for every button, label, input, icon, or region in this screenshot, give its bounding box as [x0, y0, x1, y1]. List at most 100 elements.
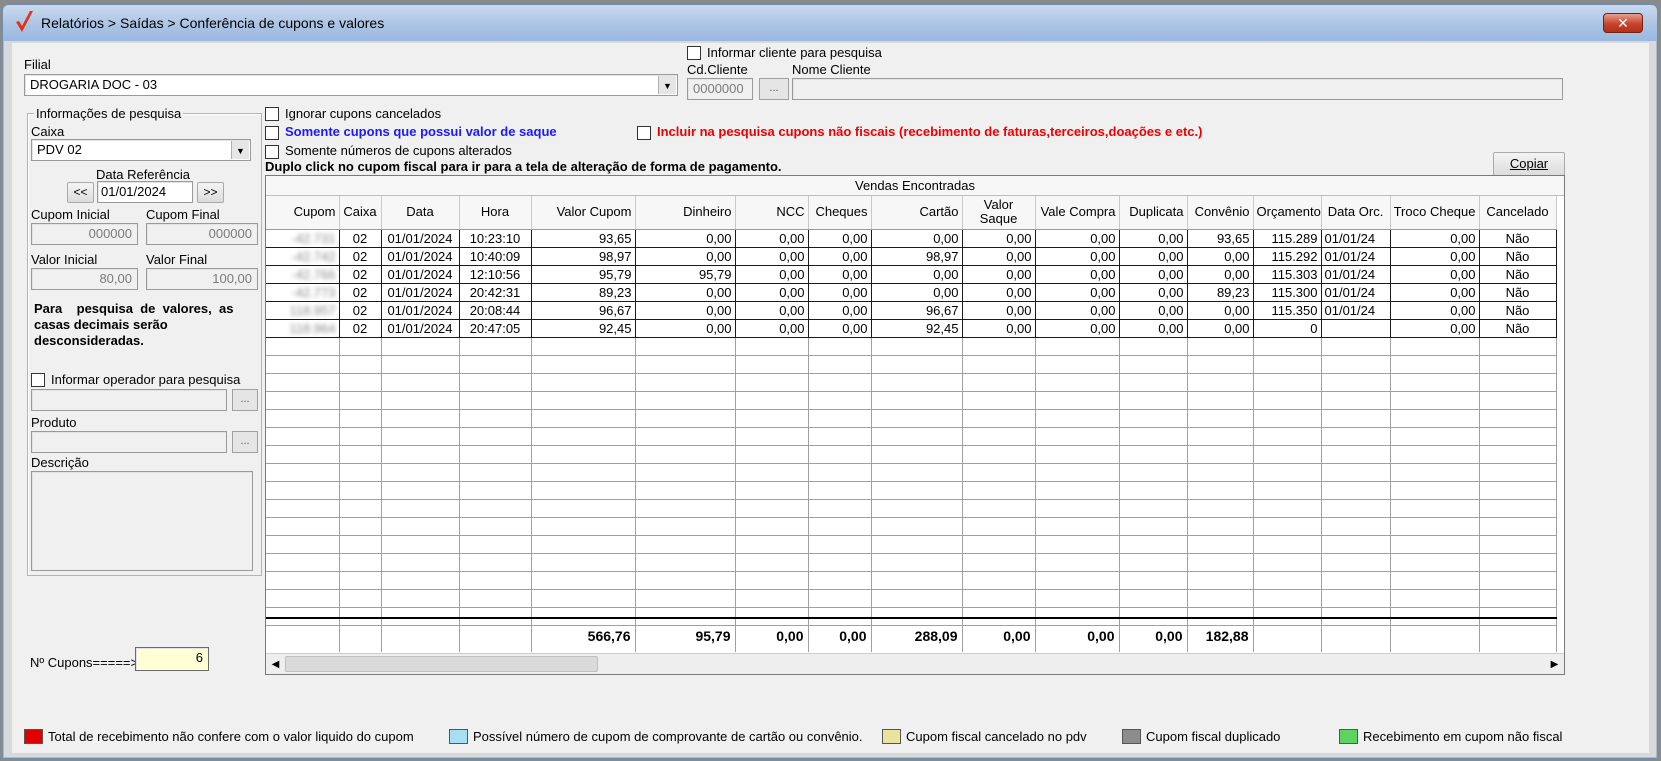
cell-cupom[interactable]: -42.766 [266, 265, 340, 284]
nome-cliente-field[interactable] [792, 78, 1563, 100]
cell-caixa[interactable]: 02 [339, 265, 382, 284]
cell-duplicata[interactable]: 0,00 [1119, 301, 1188, 320]
cell-troco-cheque[interactable]: 0,00 [1390, 283, 1480, 302]
col-header-troco-cheque[interactable]: Troco Cheque [1390, 196, 1480, 230]
cell-cartao[interactable]: 0,00 [871, 265, 963, 284]
col-header-orcamento[interactable]: Orçamento [1253, 196, 1322, 230]
nao-fiscais-checkbox[interactable] [637, 126, 651, 140]
col-header-duplicata[interactable]: Duplicata [1119, 196, 1188, 230]
cell-valor-saque[interactable]: 0,00 [962, 319, 1036, 338]
cell-data-orc[interactable]: 01/01/24 [1321, 301, 1391, 320]
cell-convenio[interactable]: 93,65 [1187, 228, 1254, 248]
cell-duplicata[interactable]: 0,00 [1119, 265, 1188, 284]
col-header-caixa[interactable]: Caixa [339, 196, 382, 230]
cell-caixa[interactable]: 02 [339, 319, 382, 338]
cell-dinheiro[interactable]: 0,00 [635, 319, 736, 338]
table-row[interactable]: -42.731 02 01/01/2024 10:23:10 93,65 0,00 0,00… [266, 228, 1557, 248]
saque-checkbox[interactable] [265, 126, 279, 140]
cell-cheques[interactable]: 0,00 [808, 319, 872, 338]
cell-data-orc[interactable]: 01/01/24 [1321, 265, 1391, 284]
cell-cupom[interactable]: -42.773 [266, 283, 340, 302]
cell-data-orc[interactable]: 01/01/24 [1321, 228, 1391, 248]
table-row[interactable]: 118.964 02 01/01/2024 20:47:05 92,45 0,00 0,00… [266, 319, 1557, 338]
table-row[interactable]: -42.742 02 01/01/2024 10:40:09 98,97 0,00 0,00… [266, 247, 1557, 266]
operador-lookup-button[interactable]: ... [232, 389, 258, 411]
cell-hora[interactable]: 20:08:44 [459, 301, 532, 320]
cell-orcamento[interactable]: 0 [1253, 319, 1322, 338]
cell-convenio[interactable]: 0,00 [1187, 301, 1254, 320]
chevron-down-icon[interactable]: ▼ [658, 76, 676, 94]
cell-data-orc[interactable]: 01/01/24 [1321, 283, 1391, 302]
cell-cheques[interactable]: 0,00 [808, 247, 872, 266]
table-row[interactable]: -42.773 02 01/01/2024 20:42:31 89,23 0,00 0,00… [266, 283, 1557, 302]
cell-ncc[interactable]: 0,00 [735, 301, 809, 320]
valor-inicial-field[interactable]: 80,00 [31, 268, 138, 290]
operador-field[interactable] [31, 389, 227, 411]
cell-cheques[interactable]: 0,00 [808, 301, 872, 320]
table-row[interactable]: -42.766 02 01/01/2024 12:10:56 95,79 95,79 0,0… [266, 265, 1557, 284]
cupom-final-field[interactable]: 000000 [146, 223, 258, 245]
col-header-data-orc[interactable]: Data Orc. [1321, 196, 1391, 230]
descricao-field[interactable] [31, 471, 253, 571]
caixa-select[interactable]: PDV 02 ▼ [31, 139, 251, 161]
cell-convenio[interactable]: 0,00 [1187, 265, 1254, 284]
col-header-dinheiro[interactable]: Dinheiro [635, 196, 736, 230]
cell-valor-cupom[interactable]: 89,23 [531, 283, 636, 302]
cell-valor-cupom[interactable]: 96,67 [531, 301, 636, 320]
cell-orcamento[interactable]: 115.289 [1253, 228, 1322, 248]
next-date-button[interactable]: >> [197, 182, 224, 203]
scroll-right-icon[interactable]: ▶ [1546, 656, 1563, 673]
cell-valor-saque[interactable]: 0,00 [962, 301, 1036, 320]
cell-ncc[interactable]: 0,00 [735, 283, 809, 302]
cell-cancelado[interactable]: Não [1479, 301, 1557, 320]
cell-ncc[interactable]: 0,00 [735, 247, 809, 266]
vendas-grid[interactable]: Vendas Encontradas Cupom Caixa Data Hora Val… [265, 175, 1565, 675]
cell-vale-compra[interactable]: 0,00 [1035, 301, 1120, 320]
col-header-cartao[interactable]: Cartão [871, 196, 963, 230]
col-header-convenio[interactable]: Convênio [1187, 196, 1254, 230]
cell-ncc[interactable]: 0,00 [735, 228, 809, 248]
cell-ncc[interactable]: 0,00 [735, 265, 809, 284]
cell-cancelado[interactable]: Não [1479, 228, 1557, 248]
cell-cartao[interactable]: 0,00 [871, 283, 963, 302]
cell-convenio[interactable]: 89,23 [1187, 283, 1254, 302]
cell-dinheiro[interactable]: 95,79 [635, 265, 736, 284]
operador-checkbox[interactable] [31, 373, 45, 387]
col-header-valor-cupom[interactable]: Valor Cupom [531, 196, 636, 230]
cell-duplicata[interactable]: 0,00 [1119, 283, 1188, 302]
col-header-hora[interactable]: Hora [459, 196, 532, 230]
cell-troco-cheque[interactable]: 0,00 [1390, 265, 1480, 284]
cell-ncc[interactable]: 0,00 [735, 319, 809, 338]
cell-vale-compra[interactable]: 0,00 [1035, 319, 1120, 338]
cell-cupom[interactable]: -42.742 [266, 247, 340, 266]
cell-valor-saque[interactable]: 0,00 [962, 265, 1036, 284]
col-header-valor-saque[interactable]: Valor Saque [962, 196, 1036, 230]
cell-cancelado[interactable]: Não [1479, 283, 1557, 302]
cell-caixa[interactable]: 02 [339, 283, 382, 302]
cell-data[interactable]: 01/01/2024 [381, 301, 460, 320]
cell-cupom[interactable]: -42.731 [266, 228, 340, 248]
cell-orcamento[interactable]: 115.292 [1253, 247, 1322, 266]
cell-troco-cheque[interactable]: 0,00 [1390, 301, 1480, 320]
cell-hora[interactable]: 10:23:10 [459, 228, 532, 248]
cell-data-orc[interactable]: 01/01/24 [1321, 247, 1391, 266]
cell-caixa[interactable]: 02 [339, 228, 382, 248]
cell-duplicata[interactable]: 0,00 [1119, 228, 1188, 248]
cell-convenio[interactable]: 0,00 [1187, 319, 1254, 338]
cell-cartao[interactable]: 96,67 [871, 301, 963, 320]
cell-valor-cupom[interactable]: 95,79 [531, 265, 636, 284]
table-row[interactable]: 118.957 02 01/01/2024 20:08:44 96,67 0,00 0,00… [266, 301, 1557, 320]
cell-valor-cupom[interactable]: 92,45 [531, 319, 636, 338]
cd-cliente-field[interactable]: 0000000 [687, 78, 753, 100]
cell-cancelado[interactable]: Não [1479, 265, 1557, 284]
cell-hora[interactable]: 10:40:09 [459, 247, 532, 266]
horizontal-scrollbar[interactable]: ◀ ▶ [266, 653, 1564, 674]
col-header-ncc[interactable]: NCC [735, 196, 809, 230]
cell-troco-cheque[interactable]: 0,00 [1390, 319, 1480, 338]
cell-duplicata[interactable]: 0,00 [1119, 319, 1188, 338]
cliente-lookup-button[interactable]: ... [759, 78, 789, 100]
alterados-checkbox[interactable] [265, 145, 279, 159]
vendas-table[interactable]: Cupom Caixa Data Hora Valor Cupom Dinheiro NCC… [266, 196, 1557, 626]
col-header-cupom[interactable]: Cupom [266, 196, 340, 230]
cell-valor-cupom[interactable]: 98,97 [531, 247, 636, 266]
